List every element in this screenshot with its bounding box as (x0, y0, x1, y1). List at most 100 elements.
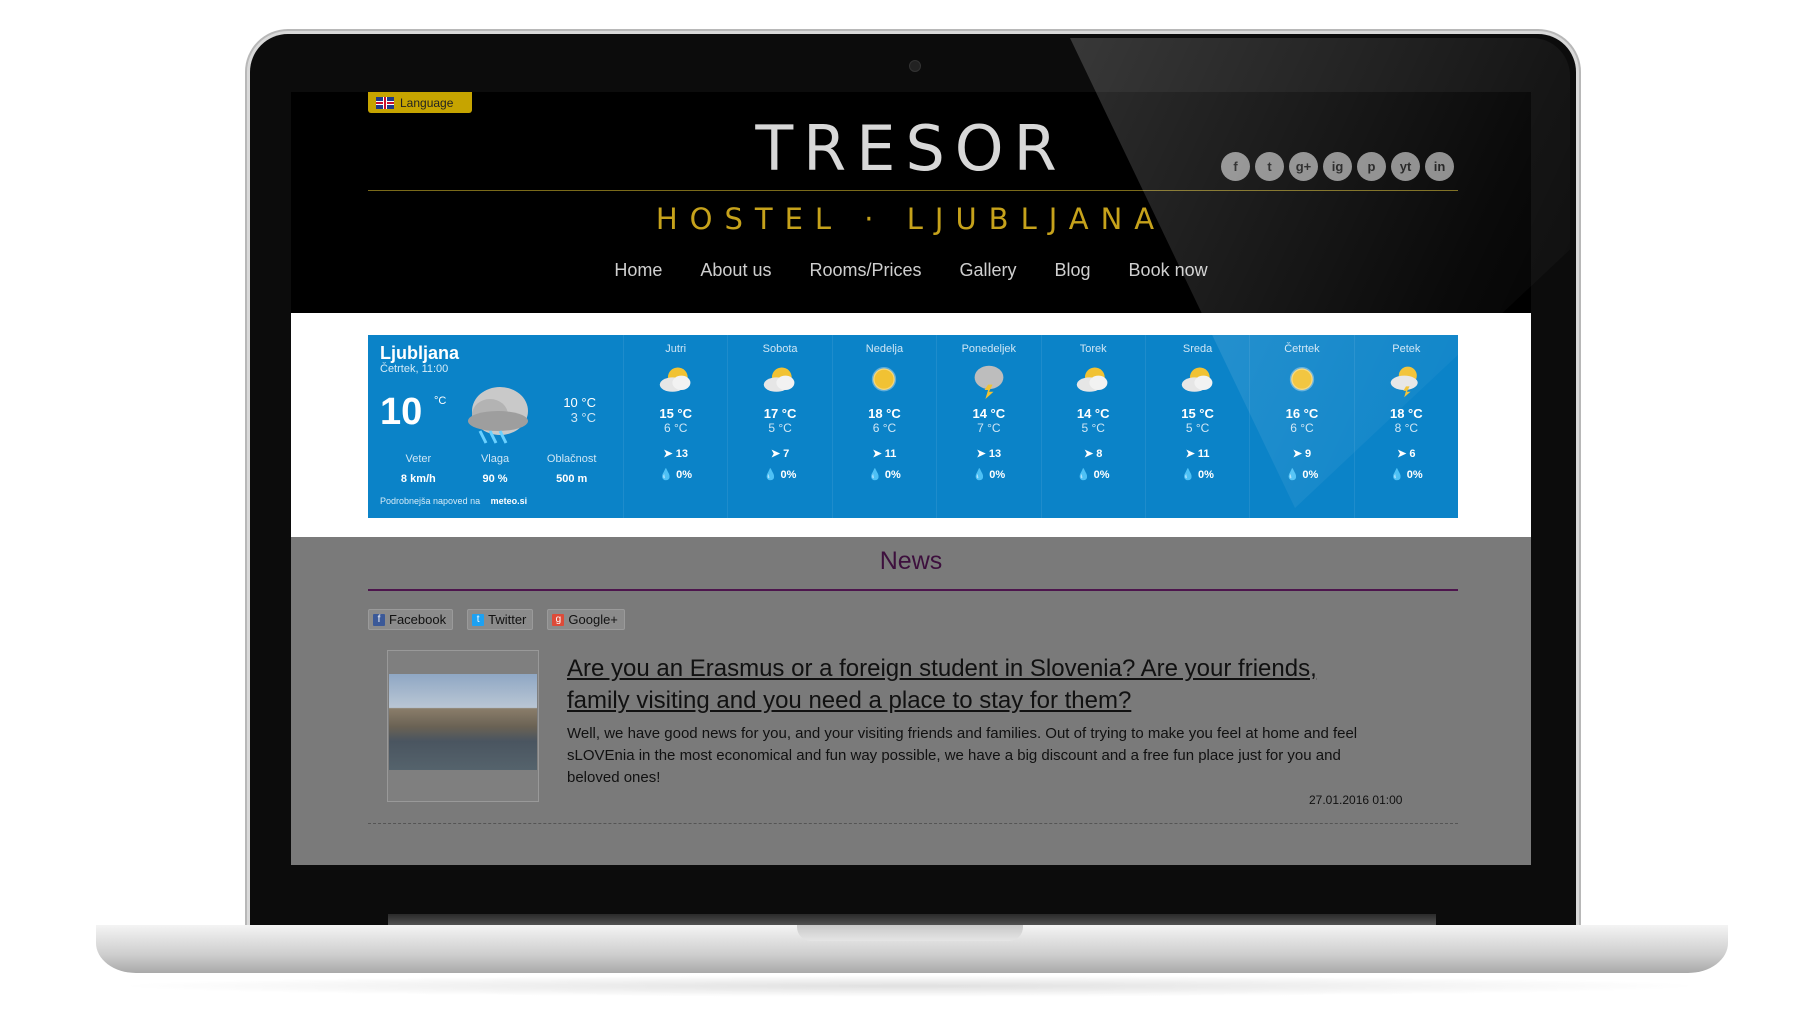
forecast-low: 8 °C (1394, 421, 1419, 435)
forecast-high: 17 °C (763, 406, 797, 421)
raindrop-icon: 💧 (659, 469, 677, 481)
forecast-day: Torek 14 °C 5 °C ➤ 8 💧 0% (1040, 335, 1145, 518)
weather-widget: Ljubljana Četrtek, 11:00 10 °C 10 °C 3 °… (368, 335, 1458, 518)
facebook-share-label: Facebook (389, 612, 447, 627)
google-share-label: Google+ (568, 612, 618, 627)
today-low: 3 °C (570, 410, 596, 425)
sun-icon (872, 367, 897, 392)
pinterest-icon[interactable]: p (1357, 152, 1386, 181)
forecast-day: Četrtek 16 °C 6 °C ➤ 9 💧 0% (1249, 335, 1353, 518)
nav-home[interactable]: Home (595, 260, 681, 281)
forecast-wind: ➤ 7 (728, 447, 831, 460)
forecast-rain-value: 0% (780, 469, 797, 481)
forecast-rain: 💧 0% (1250, 468, 1353, 481)
forecast-wind-value: 11 (1197, 448, 1210, 460)
forecast-day-name: Torek (1079, 343, 1107, 355)
forecast-wind: ➤ 11 (1146, 447, 1249, 460)
forecast-high: 18 °C (868, 406, 901, 421)
weather-more: Podrobnejša napoved na meteo.si (380, 496, 527, 506)
wind-arrow-icon: ➤ (663, 448, 676, 460)
forecast-day-name: Nedelja (865, 343, 904, 355)
forecast-day: Sreda 15 °C 5 °C ➤ 11 💧 0% (1144, 335, 1249, 518)
header-divider (368, 190, 1458, 191)
instagram-icon[interactable]: ig (1323, 152, 1352, 181)
facebook-icon: f (373, 613, 385, 626)
forecast-high: 14 °C (972, 406, 1006, 421)
forecast-low: 7 °C (977, 421, 1001, 435)
forecast-rain: 💧 0% (1355, 468, 1458, 481)
forecast-rain-value: 0% (1406, 469, 1423, 481)
meteo-link[interactable]: meteo.si (491, 496, 528, 506)
forecast-day-name: Sreda (1182, 343, 1213, 355)
forecast-rain: 💧 0% (624, 468, 727, 481)
forecast-rain-value: 0% (676, 469, 693, 481)
forecast-day: Nedelja 18 °C 6 °C ➤ 11 💧 0% (831, 335, 936, 518)
partly-cloudy-icon (659, 367, 691, 392)
nav-gallery[interactable]: Gallery (941, 260, 1036, 281)
current-weather: Ljubljana Četrtek, 11:00 10 °C 10 °C 3 °… (368, 335, 618, 518)
wind-arrow-icon: ➤ (872, 448, 885, 460)
nav-rooms-prices[interactable]: Rooms/Prices (790, 260, 940, 281)
news-title: News (879, 547, 943, 575)
forecast-high: 15 °C (1181, 406, 1214, 421)
nav-about-us[interactable]: About us (681, 260, 790, 281)
forecast-high: 16 °C (1285, 406, 1319, 421)
linkedin-icon[interactable]: in (1425, 152, 1454, 181)
forecast-day: Ponedeljek 14 °C 7 °C ➤ 13 💧 0% (936, 335, 1040, 518)
forecast-rain-value: 0% (1093, 469, 1110, 481)
forecast-high: 15 °C (659, 406, 693, 421)
forecast-low: 6 °C (663, 421, 688, 435)
raindrop-icon: 💧 (763, 469, 781, 481)
raindrop-icon: 💧 (972, 469, 990, 481)
nav-book-now[interactable]: Book now (1110, 260, 1227, 281)
rain-cloud-icon (468, 387, 528, 444)
sun-storm-icon (1391, 366, 1419, 398)
twitter-icon[interactable]: t (1255, 152, 1284, 181)
weather-time: Četrtek, 11:00 (380, 363, 449, 375)
raindrop-icon: 💧 (1076, 469, 1094, 481)
forecast-wind: ➤ 13 (937, 447, 1040, 460)
forecast-rain-value: 0% (989, 469, 1006, 481)
facebook-share-button[interactable]: f Facebook (368, 609, 454, 630)
wind-arrow-icon: ➤ (770, 448, 784, 460)
humidity-value: 90 % (482, 473, 508, 485)
google-plus-icon: g (552, 613, 565, 626)
youtube-icon[interactable]: yt (1391, 152, 1420, 181)
forecast-wind: ➤ 11 (833, 447, 936, 460)
forecast-wind: ➤ 13 (624, 447, 727, 460)
forecast-wind-value: 8 (1096, 448, 1103, 460)
forecast-day-name: Četrtek (1284, 343, 1320, 355)
forecast-high: 18 °C (1389, 406, 1423, 421)
raindrop-icon: 💧 (868, 469, 885, 481)
share-buttons: f Facebook t Twitter g Google+ (368, 609, 625, 630)
forecast-days: Jutri 15 °C 6 °C ➤ 13 💧 0% Sobota 17 °C 5 °C ➤ 7… (623, 335, 1458, 518)
wind-arrow-icon: ➤ (1083, 448, 1097, 460)
today-hilo: 10 °C 3 °C (556, 395, 596, 425)
google-plus-icon[interactable]: g+ (1289, 152, 1318, 181)
news-headline[interactable]: Are you an Erasmus or a foreign student … (567, 653, 1327, 717)
news-excerpt: Well, we have good news for you, and you… (567, 725, 1358, 786)
camera-dot (909, 60, 921, 72)
partly-cloudy-icon (763, 367, 795, 392)
sun-icon (1289, 367, 1315, 392)
partly-cloudy-icon (1076, 367, 1108, 392)
twitter-share-label: Twitter (488, 612, 527, 627)
logo-subtitle: HOSTEL · LJUBLJANA (655, 202, 1167, 236)
news-thumbnail[interactable] (387, 650, 539, 802)
forecast-rain: 💧 0% (1146, 468, 1249, 481)
news-divider (368, 589, 1458, 591)
google-share-button[interactable]: g Google+ (547, 609, 625, 630)
language-button[interactable]: Language (368, 92, 472, 113)
nav-blog[interactable]: Blog (1036, 260, 1110, 281)
wind-value: 8 km/h (400, 473, 436, 485)
news-section: News f Facebook t Twitter g Google+ Are you… (291, 537, 1531, 865)
forecast-wind: ➤ 9 (1250, 447, 1353, 460)
forecast-day: Petek 18 °C 8 °C ➤ 6 💧 0% (1353, 335, 1458, 518)
wind-arrow-icon: ➤ (1185, 448, 1198, 460)
forecast-rain-value: 0% (1197, 469, 1214, 481)
facebook-icon[interactable]: f (1221, 152, 1250, 181)
twitter-share-button[interactable]: t Twitter (467, 609, 534, 630)
wind-arrow-icon: ➤ (1397, 448, 1410, 460)
forecast-rain-value: 0% (1302, 469, 1319, 481)
news-separator (368, 823, 1458, 824)
